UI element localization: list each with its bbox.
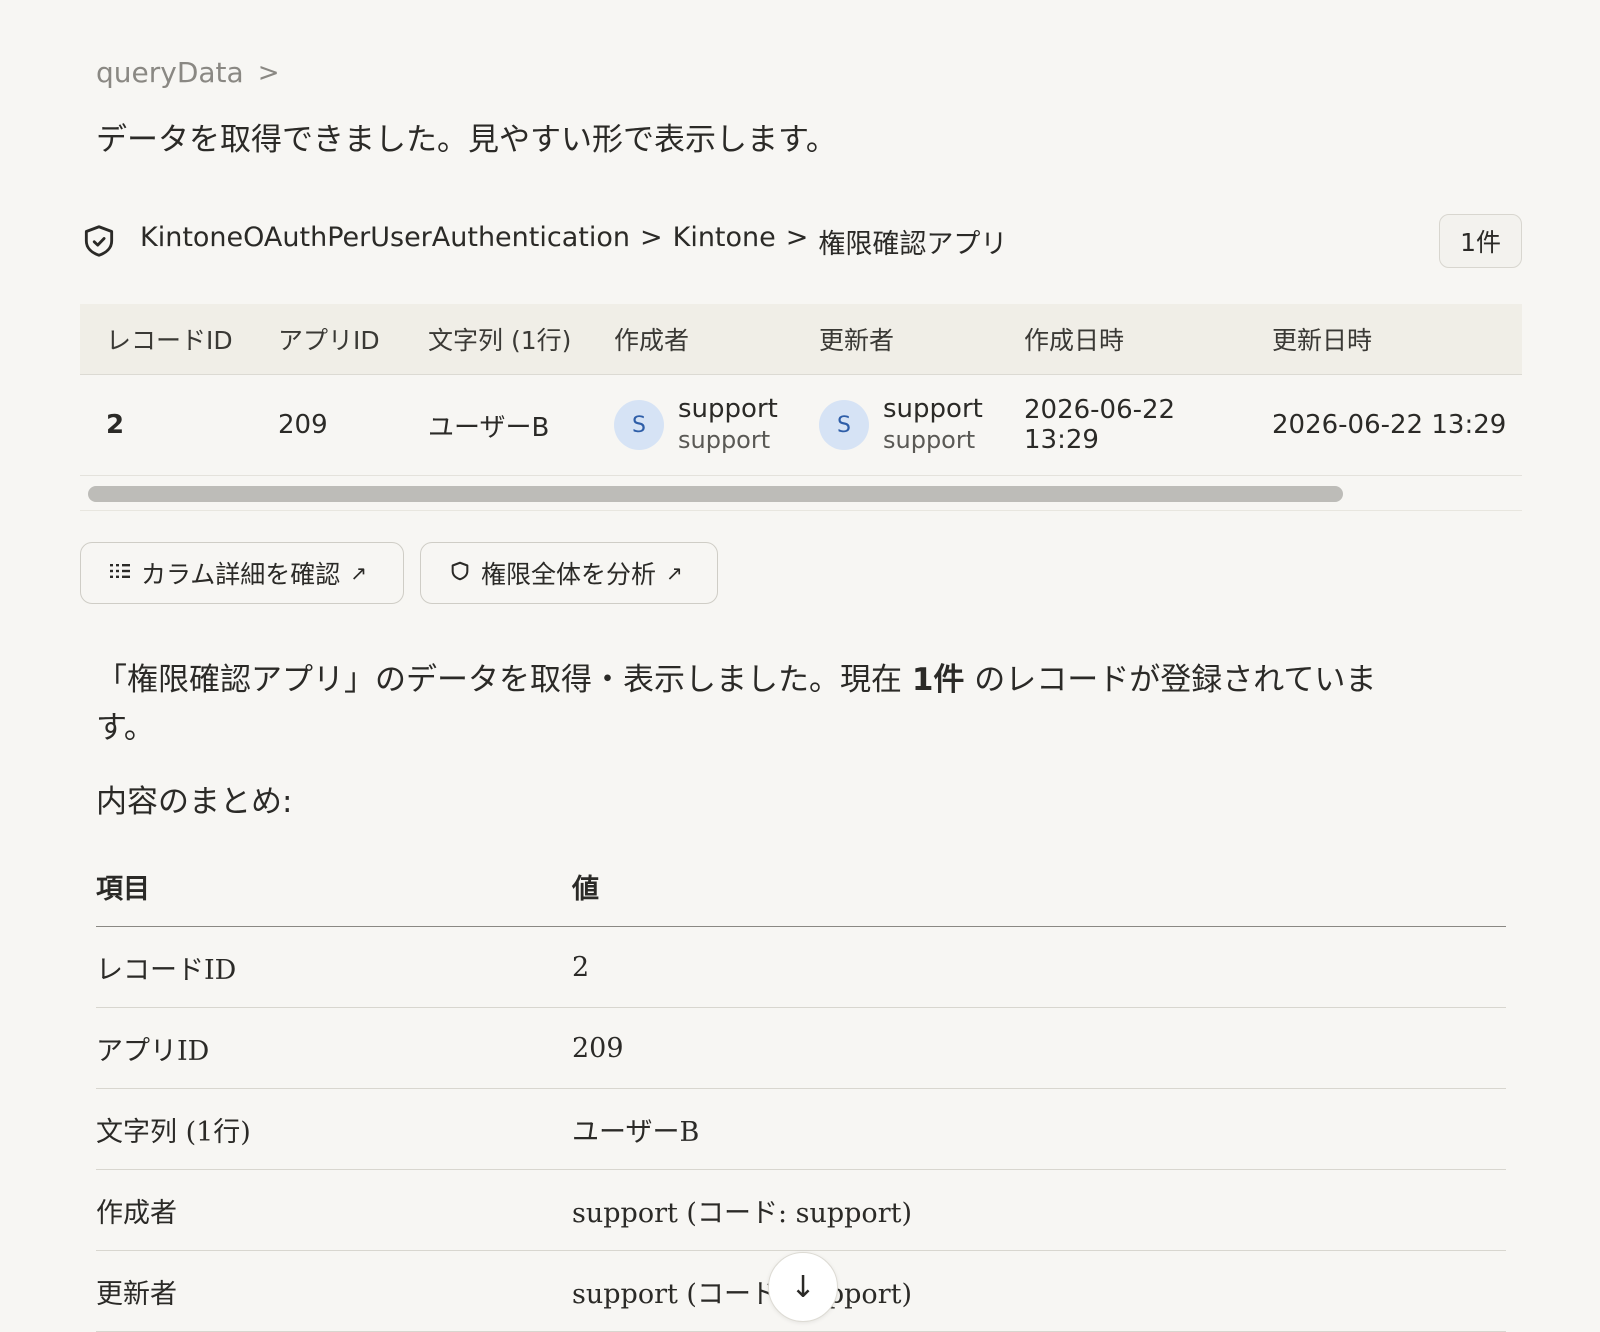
kv-value: ユーザーB xyxy=(572,1088,1506,1170)
header-item: 項目 xyxy=(96,846,572,927)
record-count-badge: 1件 xyxy=(1439,214,1522,268)
analyze-permissions-button[interactable]: 権限全体を分析 ↗ xyxy=(420,542,718,604)
records-table-container: レコードID アプリID 文字列 (1行) 作成者 更新者 作成日時 更新日時 … xyxy=(80,304,1522,510)
breadcrumb-service[interactable]: Kintone xyxy=(673,222,776,261)
chevron-right-icon: > xyxy=(257,57,280,88)
kv-value: 2 xyxy=(572,926,1506,1008)
cell-record-id: 2 xyxy=(80,374,252,476)
table-row[interactable]: 2 209 ユーザーB S support support S support … xyxy=(80,374,1522,476)
external-arrow-icon: ↗ xyxy=(666,561,683,585)
breadcrumb-app: 権限確認アプリ xyxy=(818,228,1008,260)
avatar: S xyxy=(819,400,869,450)
cell-text: ユーザーB xyxy=(402,374,588,476)
summary-count: 1件 xyxy=(911,662,965,698)
column-details-label: カラム詳細を確認 xyxy=(141,560,341,589)
tool-call-link[interactable]: queryData > xyxy=(96,56,279,89)
user-name: support xyxy=(883,394,983,424)
kv-value: support (コード: support) xyxy=(572,1169,1506,1251)
table-row: レコードID 2 xyxy=(96,926,1506,1008)
shield-icon xyxy=(449,560,471,587)
cell-updated: 2026-06-22 13:29 xyxy=(1246,374,1522,476)
kv-key: 作成者 xyxy=(96,1169,572,1251)
column-header[interactable]: 更新日時 xyxy=(1246,304,1522,375)
horizontal-scrollbar[interactable] xyxy=(80,482,1522,511)
column-header[interactable]: 作成日時 xyxy=(998,304,1246,375)
summary-table-header: 項目 値 xyxy=(96,846,1506,927)
kv-key: レコードID xyxy=(96,926,572,1008)
intro-message: データを取得できました。見やすい形で表示します。 xyxy=(96,122,837,158)
external-arrow-icon: ↗ xyxy=(350,561,368,585)
column-details-button[interactable]: カラム詳細を確認 ↗ xyxy=(80,542,404,604)
column-header[interactable]: レコードID xyxy=(80,304,252,375)
avatar: S xyxy=(614,400,664,450)
table-row: 文字列 (1行) ユーザーB xyxy=(96,1088,1506,1170)
breadcrumb: KintoneOAuthPerUserAuthentication > Kint… xyxy=(140,222,1007,261)
arrow-down-icon: ↓ xyxy=(790,1269,816,1305)
user-code: support xyxy=(678,426,771,454)
scrollbar-thumb[interactable] xyxy=(88,486,1343,502)
column-header[interactable]: 作成者 xyxy=(588,304,793,375)
shield-check-icon xyxy=(80,222,118,260)
cell-created: 2026-06-22 13:29 xyxy=(998,374,1246,476)
records-table: レコードID アプリID 文字列 (1行) 作成者 更新者 作成日時 更新日時 … xyxy=(80,304,1522,476)
kv-key: アプリID xyxy=(96,1007,572,1089)
column-header[interactable]: 更新者 xyxy=(793,304,998,375)
kv-key: 文字列 (1行) xyxy=(96,1088,572,1170)
column-header[interactable]: 文字列 (1行) xyxy=(402,304,588,375)
table-header-row: レコードID アプリID 文字列 (1行) 作成者 更新者 作成日時 更新日時 xyxy=(80,304,1522,375)
summary-paragraph: 「権限確認アプリ」のデータを取得・表示しました。現在 1件 のレコードが登録され… xyxy=(96,656,1416,752)
artifact-header: KintoneOAuthPerUserAuthentication > Kint… xyxy=(80,214,1522,268)
columns-list-icon xyxy=(109,561,131,586)
cell-creator: S support support xyxy=(588,374,793,476)
summary-heading: 内容のまとめ: xyxy=(96,784,293,820)
summary-prefix: 「権限確認アプリ」のデータを取得・表示しました。現在 xyxy=(96,662,902,698)
kv-value: support (コード: support) xyxy=(572,1250,1506,1332)
tool-call-label: queryData xyxy=(96,56,244,89)
table-row: アプリID 209 xyxy=(96,1007,1506,1089)
scroll-to-bottom-button[interactable]: ↓ xyxy=(768,1252,838,1322)
column-header[interactable]: アプリID xyxy=(252,304,402,375)
cell-app-id: 209 xyxy=(252,374,402,476)
breadcrumb-separator: > xyxy=(639,221,663,253)
breadcrumb-separator: > xyxy=(785,221,809,253)
kv-key: 更新者 xyxy=(96,1250,572,1332)
user-name: support xyxy=(678,394,778,424)
user-code: support xyxy=(883,426,976,454)
kv-value: 209 xyxy=(572,1007,1506,1089)
analyze-permissions-label: 権限全体を分析 xyxy=(481,560,657,589)
breadcrumb-connector[interactable]: KintoneOAuthPerUserAuthentication xyxy=(140,222,630,261)
table-row: 作成者 support (コード: support) xyxy=(96,1169,1506,1251)
header-value: 値 xyxy=(572,846,1506,927)
cell-modifier: S support support xyxy=(793,374,998,476)
